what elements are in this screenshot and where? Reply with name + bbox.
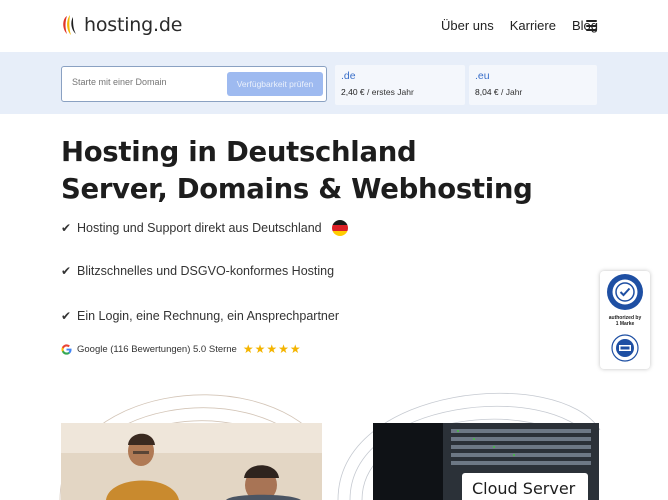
domain-search-input[interactable] (72, 77, 222, 87)
team-photo-image (61, 423, 322, 500)
logo-text: hosting.de (84, 14, 183, 36)
badge-text: authorized by 1 Marke (608, 315, 642, 327)
nav-item-ueber-uns[interactable]: Über uns (441, 18, 494, 33)
cloud-server-label[interactable]: Cloud Server (462, 473, 588, 500)
google-rating[interactable]: Google (116 Bewertungen) 5.0 Sterne ★ ★ … (61, 343, 301, 355)
menu-icon[interactable] (586, 20, 597, 31)
google-icon (61, 343, 72, 355)
team-photo[interactable] (61, 423, 322, 500)
tld-name: .eu (475, 70, 490, 82)
feature-text: Blitzschnelles und DSGVO-konformes Hosti… (77, 264, 335, 278)
tld-price: 2,40 € / erstes Jahr (341, 87, 414, 97)
page-title-line-2: Server, Domains & Webhosting (61, 173, 533, 205)
check-icon: ✔ (61, 309, 72, 323)
feature-item: ✔ Hosting und Support direkt aus Deutsch… (61, 220, 348, 236)
page-title-line-1: Hosting in Deutschland (61, 136, 417, 168)
feature-item: ✔ Ein Login, eine Rechnung, ein Ansprech… (61, 309, 339, 323)
feature-text: Ein Login, eine Rechnung, ein Ansprechpa… (77, 309, 339, 323)
tld-card-de[interactable]: .de 2,40 € / erstes Jahr (335, 65, 465, 105)
star-icon: ★ (242, 342, 254, 356)
tuv-badge-icon (611, 334, 639, 362)
feature-text: Hosting und Support direkt aus Deutschla… (77, 221, 322, 235)
check-icon: ✔ (61, 221, 72, 235)
main-nav: Über uns Karriere Blog (441, 18, 598, 33)
rating-stars: ★ ★ ★ ★ ★ (243, 343, 301, 355)
page-title: Hosting in Deutschland Server, Domains &… (61, 134, 533, 208)
rating-text: Google (116 Bewertungen) 5.0 Sterne (77, 343, 237, 355)
domain-search-bar: Verfügbarkeit prüfen .de 2,40 € / erstes… (0, 52, 668, 114)
nav-item-karriere[interactable]: Karriere (510, 18, 556, 33)
authorized-partner-badge[interactable]: authorized by 1 Marke (600, 271, 650, 369)
logo-mark-icon (63, 15, 76, 35)
feature-item: ✔ Blitzschnelles und DSGVO-konformes Hos… (61, 264, 334, 278)
check-availability-button[interactable]: Verfügbarkeit prüfen (227, 72, 323, 96)
authorized-partner-seal-icon (607, 274, 643, 310)
logo[interactable]: hosting.de (61, 13, 182, 37)
german-flag-icon (331, 220, 348, 236)
tld-name: .de (341, 70, 356, 82)
check-icon: ✔ (61, 264, 72, 278)
star-icon: ★ (289, 342, 301, 356)
tld-price: 8,04 € / Jahr (475, 87, 523, 97)
domain-search-box: Verfügbarkeit prüfen (61, 66, 327, 102)
star-icon: ★ (266, 342, 278, 356)
site-header: hosting.de Über uns Karriere Blog (0, 0, 668, 52)
star-icon: ★ (278, 342, 289, 356)
tld-card-eu[interactable]: .eu 8,04 € / Jahr (469, 65, 597, 105)
star-icon: ★ (254, 342, 266, 356)
